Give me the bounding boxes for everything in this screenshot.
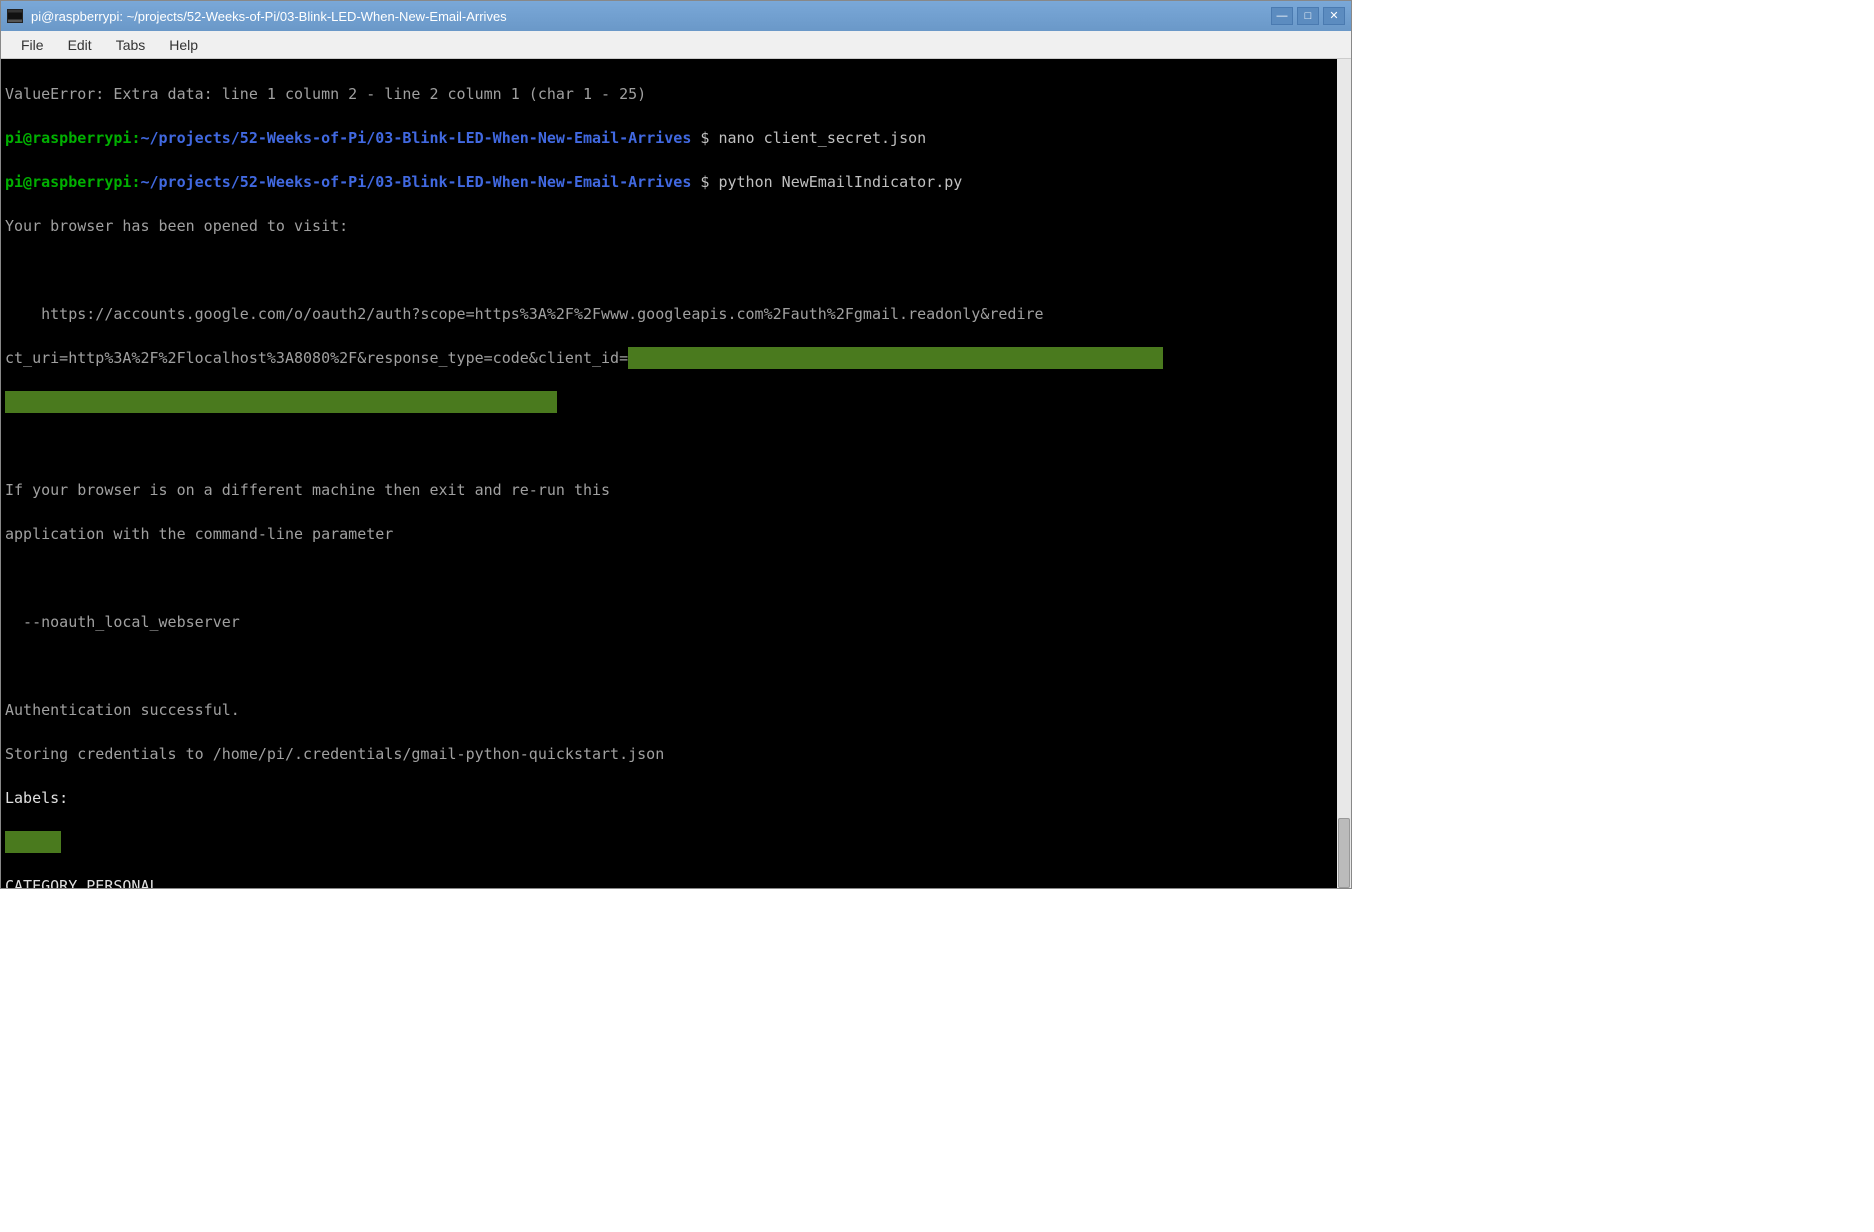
- prompt-line-2: pi@raspberrypi:~/projects/52-Weeks-of-Pi…: [5, 171, 1333, 193]
- blank-line: [5, 655, 1333, 677]
- menu-tabs[interactable]: Tabs: [104, 33, 158, 57]
- scrollbar-thumb[interactable]: [1338, 818, 1350, 888]
- window-titlebar: pi@raspberrypi: ~/projects/52-Weeks-of-P…: [1, 1, 1351, 31]
- label-item: CATEGORY_PERSONAL: [5, 875, 1333, 888]
- redacted-client-id: [628, 347, 1163, 369]
- window-title: pi@raspberrypi: ~/projects/52-Weeks-of-P…: [31, 9, 1271, 24]
- command-2: python NewEmailIndicator.py: [718, 173, 962, 191]
- close-button[interactable]: ✕: [1323, 7, 1345, 25]
- error-line: ValueError: Extra data: line 1 column 2 …: [5, 83, 1333, 105]
- blank-line: [5, 567, 1333, 589]
- blank-line: [5, 259, 1333, 281]
- prompt-path: ~/projects/52-Weeks-of-Pi/03-Blink-LED-W…: [140, 173, 691, 191]
- command-1: nano client_secret.json: [718, 129, 926, 147]
- output-auth-success: Authentication successful.: [5, 699, 1333, 721]
- menu-help[interactable]: Help: [157, 33, 210, 57]
- menu-edit[interactable]: Edit: [56, 33, 104, 57]
- output-storing: Storing credentials to /home/pi/.credent…: [5, 743, 1333, 765]
- output-browser-msg: Your browser has been opened to visit:: [5, 215, 1333, 237]
- blank-line: [5, 435, 1333, 457]
- output-diff-machine-2: application with the command-line parame…: [5, 523, 1333, 545]
- prompt-line-1: pi@raspberrypi:~/projects/52-Weeks-of-Pi…: [5, 127, 1333, 149]
- prompt-user: pi@raspberrypi: [5, 173, 131, 191]
- scrollbar-track[interactable]: [1337, 59, 1351, 888]
- output-labels-header: Labels:: [5, 787, 1333, 809]
- output-url-line-2: ct_uri=http%3A%2F%2Flocalhost%3A8080%2F&…: [5, 347, 1333, 369]
- redacted-label-1: [5, 831, 61, 853]
- menu-file[interactable]: File: [9, 33, 56, 57]
- output-diff-machine-1: If your browser is on a different machin…: [5, 479, 1333, 501]
- prompt-dollar: $: [691, 173, 718, 191]
- menubar: File Edit Tabs Help: [1, 31, 1351, 59]
- redacted-client-id-continued: [5, 391, 557, 413]
- prompt-path: ~/projects/52-Weeks-of-Pi/03-Blink-LED-W…: [140, 129, 691, 147]
- prompt-user: pi@raspberrypi: [5, 129, 131, 147]
- prompt-dollar: $: [691, 129, 718, 147]
- minimize-button[interactable]: —: [1271, 7, 1293, 25]
- terminal-app-icon: [7, 9, 23, 23]
- terminal-output[interactable]: ValueError: Extra data: line 1 column 2 …: [1, 59, 1337, 888]
- output-noauth: --noauth_local_webserver: [5, 611, 1333, 633]
- output-url-line-1: https://accounts.google.com/o/oauth2/aut…: [5, 303, 1333, 325]
- maximize-button[interactable]: □: [1297, 7, 1319, 25]
- window-controls: — □ ✕: [1271, 7, 1345, 25]
